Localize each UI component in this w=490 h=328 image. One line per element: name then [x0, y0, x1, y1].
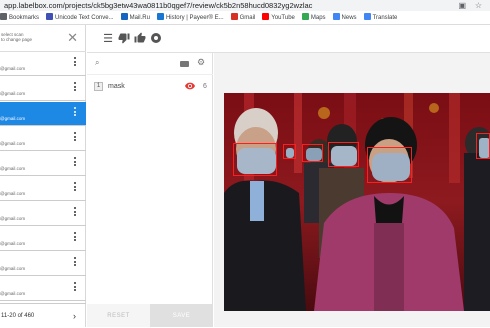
labeler-email: @gmail.com — [0, 291, 26, 296]
bookmark-label: Maps — [310, 15, 326, 21]
bbox-mask-2[interactable] — [367, 147, 412, 183]
more-options-icon[interactable] — [74, 282, 77, 292]
bookmark-star-icon[interactable]: ☆ — [475, 0, 482, 11]
menu-icon[interactable]: ☰ — [101, 32, 115, 46]
thumbs-down-icon[interactable] — [117, 32, 131, 46]
bbox-mask-5[interactable] — [283, 144, 296, 159]
thumbs-up-icon[interactable] — [133, 32, 147, 46]
list-item[interactable]: @gmail.com — [0, 277, 86, 301]
bookmark-label: News — [341, 15, 357, 21]
bookmark-item[interactable]: Bookmarks — [0, 11, 40, 24]
more-options-icon[interactable] — [74, 107, 77, 117]
eye-icon[interactable] — [185, 79, 195, 95]
mail-icon — [120, 13, 128, 20]
review-actions: RESET SAVE — [87, 304, 213, 327]
bookmark-item[interactable]: News — [332, 11, 357, 24]
keyboard-icon[interactable] — [180, 61, 189, 67]
gmail-icon — [230, 13, 238, 20]
labeler-email: @gmail.com — [0, 66, 26, 71]
bbox-mask-6[interactable] — [476, 133, 490, 159]
list-item[interactable]: @gmail.com — [0, 127, 86, 151]
image-canvas[interactable] — [214, 53, 490, 327]
bookmark-label: History | Payeer® E... — [165, 15, 224, 21]
payeer-icon — [156, 13, 164, 20]
search-icon: ⌕ — [95, 58, 100, 67]
list-item[interactable]: @gmail.com — [0, 227, 86, 251]
reset-button[interactable]: RESET — [87, 304, 150, 327]
bookmark-label: Bookmarks — [9, 15, 40, 21]
list-item[interactable]: @gmail.com — [0, 202, 86, 226]
bookmark-item[interactable]: Mail.Ru — [120, 11, 150, 24]
more-options-icon[interactable] — [74, 157, 77, 167]
close-icon[interactable]: ✕ — [67, 31, 78, 44]
url-text[interactable]: app.labelbox.com/projects/ck5bg3etw43wa0… — [4, 1, 312, 10]
bookmark-label: Mail.Ru — [129, 15, 150, 21]
bbox-mask-1[interactable] — [233, 143, 277, 176]
extension-icon[interactable]: ▣ — [458, 0, 466, 11]
crowd-photo-illustration — [224, 93, 490, 311]
maps-icon — [301, 13, 309, 20]
more-options-icon[interactable] — [74, 57, 77, 67]
bookmark-item[interactable]: Translate — [363, 11, 398, 24]
gear-icon[interactable]: ⚙ — [197, 57, 205, 68]
bbox-mask-4[interactable] — [302, 144, 323, 162]
bookmark-label: Translate — [372, 15, 398, 21]
translate-icon — [363, 13, 371, 20]
next-page-icon[interactable]: › — [73, 304, 76, 328]
bookmark-item[interactable]: Unicode Text Conve... — [46, 11, 114, 24]
review-toolbar: ☰ — [87, 25, 490, 53]
more-options-icon[interactable] — [74, 82, 77, 92]
bookmark-item[interactable]: Gmail — [230, 11, 256, 24]
labeler-email: @gmail.com — [0, 191, 26, 196]
pagination: 11-20 of 460 › — [0, 303, 86, 327]
labeler-email: @gmail.com — [0, 241, 26, 246]
labeler-email: @gmail.com — [0, 91, 26, 96]
list-header: select scan to change page ✕ — [0, 25, 86, 52]
save-button[interactable]: SAVE — [150, 304, 213, 327]
search-input[interactable] — [107, 57, 177, 70]
hotkey-badge: 1 — [94, 82, 103, 91]
more-options-icon[interactable] — [74, 257, 77, 267]
issue-icon[interactable] — [149, 32, 163, 46]
list-item[interactable]: @gmail.com — [0, 77, 86, 101]
objects-panel: ⌕ ⚙ 1 mask 6 RESET SAVE — [87, 53, 213, 327]
bookmark-item[interactable]: Maps — [301, 11, 326, 24]
list-item[interactable]: @gmail.com — [0, 102, 86, 126]
more-options-icon[interactable] — [74, 132, 77, 142]
bookmarks-bar: Bookmarks Unicode Text Conve... Mail.Ru His… — [0, 11, 490, 25]
labeler-email: @gmail.com — [0, 141, 26, 146]
more-options-icon[interactable] — [74, 182, 77, 192]
bookmark-label: Unicode Text Conve... — [55, 15, 114, 21]
bookmarks-icon — [0, 13, 7, 20]
list-item[interactable]: @gmail.com — [0, 177, 86, 201]
pagination-label: 11-20 of 460 — [1, 313, 35, 319]
bookmark-label: Gmail — [239, 15, 256, 21]
labeler-email: @gmail.com — [0, 116, 26, 121]
annotated-photo[interactable] — [224, 93, 490, 311]
object-name: mask — [108, 83, 125, 90]
more-options-icon[interactable] — [74, 207, 77, 217]
labeler-email: @gmail.com — [0, 266, 26, 271]
object-search: ⌕ ⚙ — [87, 53, 213, 75]
bookmark-item[interactable]: YouTube — [262, 11, 295, 24]
review-list-panel: select scan to change page ✕ @gmail.com @… — [0, 25, 86, 327]
labeler-email: @gmail.com — [0, 216, 26, 221]
youtube-icon — [262, 13, 270, 20]
list-item[interactable]: @gmail.com — [0, 252, 86, 276]
list-item[interactable]: @gmail.com — [0, 52, 86, 76]
object-row-mask[interactable]: 1 mask 6 — [87, 79, 213, 95]
unicode-icon — [46, 13, 54, 20]
bookmark-label: YouTube — [271, 15, 295, 21]
object-count: 6 — [203, 83, 207, 90]
bookmark-item[interactable]: History | Payeer® E... — [156, 11, 224, 24]
labeler-email: @gmail.com — [0, 166, 26, 171]
news-icon — [332, 13, 340, 20]
list-item[interactable]: @gmail.com — [0, 152, 86, 176]
more-options-icon[interactable] — [74, 232, 77, 242]
address-bar[interactable]: app.labelbox.com/projects/ck5bg3etw43wa0… — [0, 0, 490, 11]
bbox-mask-3[interactable] — [328, 142, 359, 167]
